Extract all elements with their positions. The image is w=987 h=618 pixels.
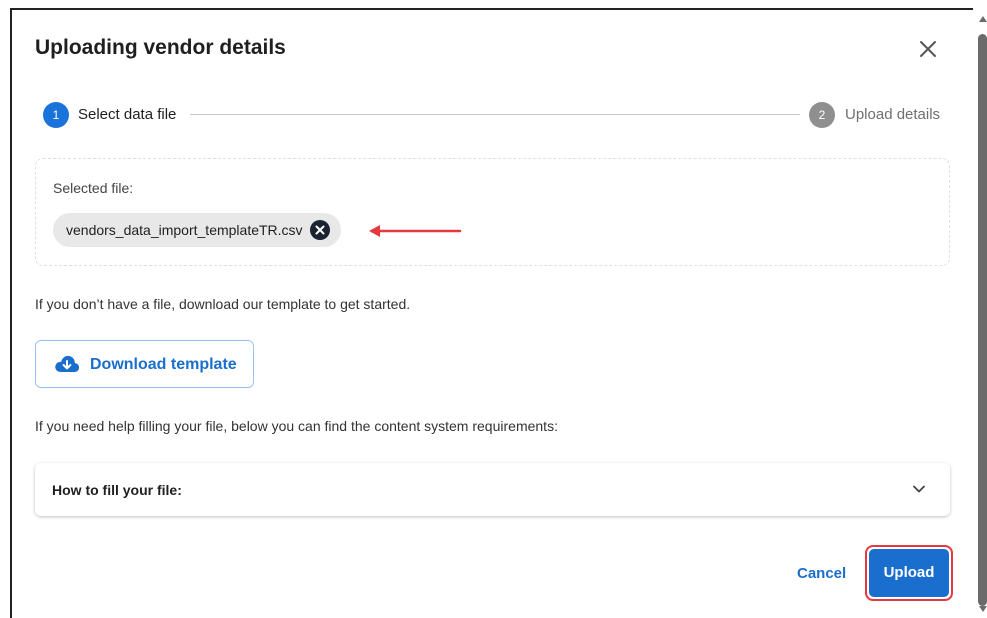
selected-file-box (35, 158, 950, 266)
chevron-down-icon[interactable] (912, 482, 926, 501)
scroll-up-arrow-icon[interactable] (979, 16, 987, 22)
annotation-arrow-icon (366, 222, 462, 245)
accordion-title: How to fill your file: (52, 482, 182, 498)
scroll-down-arrow-icon[interactable] (979, 606, 987, 612)
file-name: vendors_data_import_templateTR.csv (66, 222, 303, 238)
scrollbar[interactable] (978, 8, 987, 618)
requirements-hint: If you need help filling your file, belo… (35, 418, 558, 434)
upload-dialog (10, 8, 973, 618)
upload-button[interactable]: Upload (869, 549, 949, 597)
remove-circle-icon[interactable] (310, 220, 330, 240)
how-to-fill-accordion[interactable]: How to fill your file: (35, 463, 950, 516)
file-chip: vendors_data_import_templateTR.csv (53, 213, 341, 247)
upload-label: Upload (883, 564, 935, 581)
stepper-connector (190, 114, 800, 115)
cancel-button[interactable]: Cancel (797, 565, 846, 582)
download-template-button[interactable]: Download template (35, 340, 254, 388)
close-icon[interactable] (916, 37, 940, 61)
step-2-label: Upload details (845, 106, 941, 123)
step-1-indicator: 1 (43, 102, 69, 128)
cloud-download-icon (54, 354, 80, 379)
step-1-label: Select data file (78, 106, 177, 123)
scrollbar-thumb[interactable] (978, 34, 987, 606)
selected-file-label: Selected file: (53, 180, 134, 196)
step-2-indicator: 2 (809, 102, 835, 128)
template-hint: If you don’t have a file, download our t… (35, 296, 411, 312)
dialog-title: Uploading vendor details (35, 36, 286, 59)
download-template-label: Download template (90, 356, 237, 373)
